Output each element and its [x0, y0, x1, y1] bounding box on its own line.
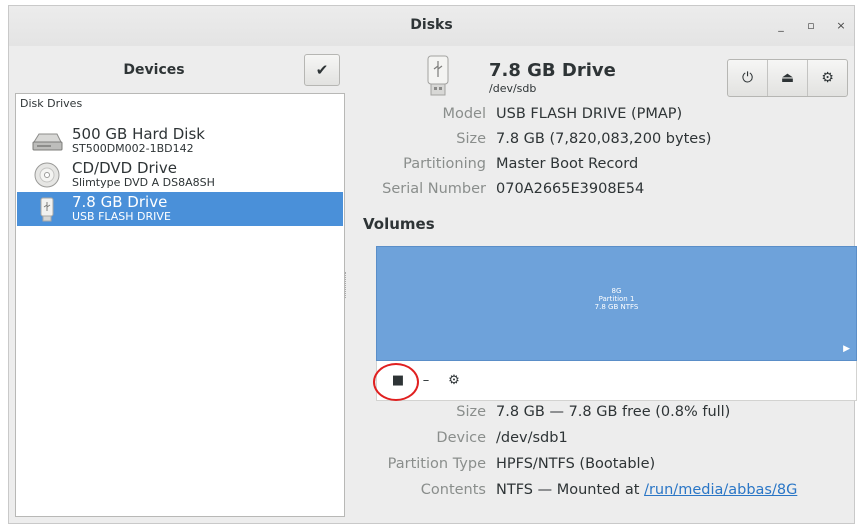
prop-model: Model USB FLASH DRIVE (PMAP) — [356, 106, 856, 128]
select-mode-button[interactable]: ✔ — [304, 54, 340, 86]
maximize-button[interactable]: ▫ — [803, 18, 819, 34]
gears-icon: ⚙ — [448, 372, 460, 388]
drive-settings-button[interactable]: ⚙ — [808, 60, 847, 96]
vol-partition-type: Partition Type HPFS/NTFS (Bootable) — [356, 456, 856, 478]
device-subtitle: ST500DM002-1BD142 — [72, 142, 194, 155]
drive-actions: ⏻ ⏏ ⚙ — [727, 59, 848, 97]
device-name: CD/DVD Drive — [72, 159, 177, 177]
close-button[interactable]: × — [833, 18, 849, 34]
prop-value: USB FLASH DRIVE (PMAP) — [496, 106, 683, 122]
prop-label: Partitioning — [403, 156, 486, 172]
partition-1-block[interactable]: 8G Partition 1 7.8 GB NTFS — [377, 287, 856, 311]
device-subtitle: Slimtype DVD A DS8A8SH — [72, 176, 215, 189]
usb-drive-icon — [427, 55, 449, 96]
prop-label: Size — [456, 131, 486, 147]
volume-toolbar: ■ – ⚙ — [376, 361, 857, 401]
gear-icon: ⚙ — [821, 70, 834, 86]
vol-contents: Contents NTFS — Mounted at /run/media/ab… — [356, 482, 856, 504]
disk-drives-group-label: Disk Drives — [20, 97, 83, 110]
device-name: 7.8 GB Drive — [72, 193, 168, 211]
prop-value: NTFS — Mounted at /run/media/abbas/8G — [496, 482, 797, 498]
prop-serial: Serial Number 070A2665E3908E54 — [356, 181, 856, 203]
vol-size: Size 7.8 GB — 7.8 GB free (0.8% full) — [356, 404, 856, 426]
optical-disc-icon — [34, 162, 60, 188]
delete-partition-button[interactable]: – — [417, 371, 435, 389]
prop-label: Serial Number — [382, 181, 486, 197]
hard-disk-icon — [32, 133, 63, 151]
prop-label: Partition Type — [387, 456, 486, 472]
vol-device: Device /dev/sdb1 — [356, 430, 856, 452]
pane-splitter[interactable] — [345, 272, 348, 298]
prop-value: HPFS/NTFS (Bootable) — [496, 456, 656, 472]
annotation-circle — [373, 363, 419, 401]
window-title: Disks — [410, 17, 453, 33]
device-name: 500 GB Hard Disk — [72, 125, 205, 143]
power-off-button[interactable]: ⏻ — [728, 60, 768, 96]
prop-value: Master Boot Record — [496, 156, 639, 172]
eject-icon: ⏏ — [780, 70, 795, 86]
drive-title: 7.8 GB Drive — [489, 60, 616, 81]
eject-button[interactable]: ⏏ — [768, 60, 808, 96]
devices-header: Devices ✔ — [8, 40, 353, 90]
device-item-usb-drive[interactable]: 7.8 GB Drive USB FLASH DRIVE — [17, 192, 343, 226]
minus-icon: – — [422, 372, 430, 388]
drive-device-path: /dev/sdb — [489, 82, 537, 95]
partition-size-fs: 7.8 GB NTFS — [594, 303, 639, 311]
partition-map[interactable]: 8G Partition 1 7.8 GB NTFS ▶ — [376, 246, 857, 361]
mount-path-link[interactable]: /run/media/abbas/8G — [644, 482, 797, 498]
partition-index: Partition 1 — [598, 295, 635, 303]
prop-label: Size — [456, 404, 486, 420]
minimize-button[interactable]: _ — [773, 18, 789, 34]
play-arrow-icon: ▶ — [843, 344, 850, 354]
contents-text: NTFS — Mounted at — [496, 482, 645, 498]
device-subtitle: USB FLASH DRIVE — [72, 210, 171, 223]
prop-label: Model — [442, 106, 486, 122]
prop-partitioning: Partitioning Master Boot Record — [356, 156, 856, 178]
prop-value: /dev/sdb1 — [496, 430, 568, 446]
partition-options-button[interactable]: ⚙ — [445, 371, 463, 389]
power-off-icon: ⏻ — [741, 70, 754, 86]
usb-drive-icon — [40, 197, 54, 222]
prop-value: 7.8 GB — 7.8 GB free (0.8% full) — [496, 404, 731, 420]
checkmark-icon: ✔ — [315, 61, 329, 79]
device-list: Disk Drives 500 GB Hard Disk ST500DM002-… — [15, 93, 345, 517]
device-item-optical[interactable]: CD/DVD Drive Slimtype DVD A DS8A8SH — [17, 158, 343, 192]
volumes-heading: Volumes — [363, 215, 435, 233]
prop-size: Size 7.8 GB (7,820,083,200 bytes) — [356, 131, 856, 153]
prop-label: Device — [436, 430, 486, 446]
prop-value: 070A2665E3908E54 — [496, 181, 645, 197]
device-item-hard-disk[interactable]: 500 GB Hard Disk ST500DM002-1BD142 — [17, 124, 343, 158]
prop-value: 7.8 GB (7,820,083,200 bytes) — [496, 131, 712, 147]
partition-name: 8G — [611, 287, 622, 295]
prop-label: Contents — [420, 482, 486, 498]
devices-title: Devices — [123, 62, 185, 78]
